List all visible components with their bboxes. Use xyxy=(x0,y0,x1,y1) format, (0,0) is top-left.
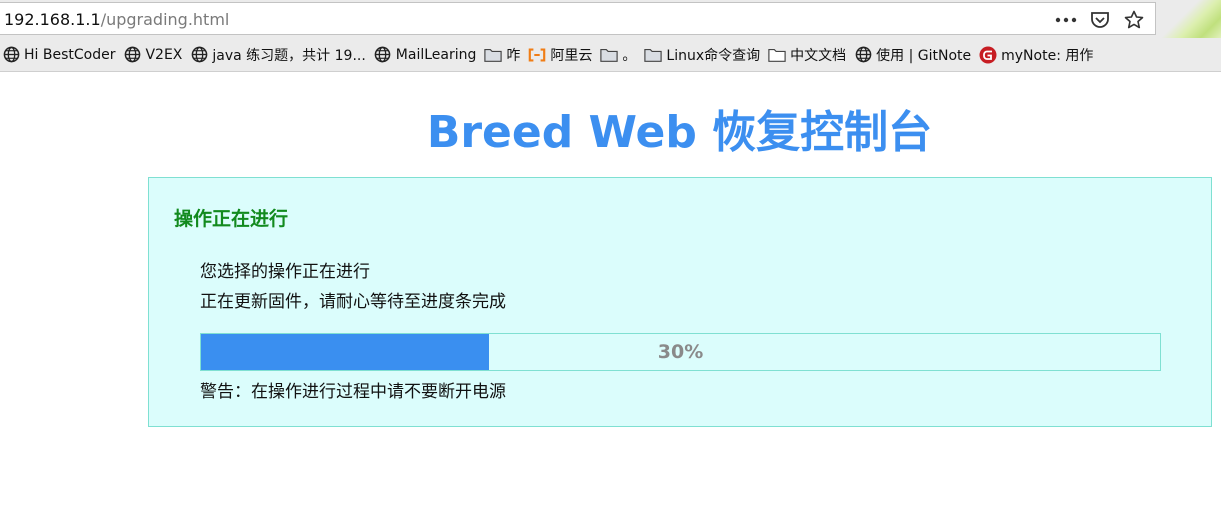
bookmark-label: myNote: 用作 xyxy=(1001,47,1094,64)
more-icon[interactable] xyxy=(1055,9,1077,31)
gitee-icon xyxy=(979,46,997,64)
bookmark-label: 使用 | GitNote xyxy=(876,47,972,64)
url-actions xyxy=(1055,9,1145,31)
bookmark-item[interactable]: 阿里云 xyxy=(526,40,598,70)
folder-icon xyxy=(644,46,663,64)
instruction-message: 正在更新固件，请耐心等待至进度条完成 xyxy=(200,292,506,312)
page-title: Breed Web 恢复控制台 xyxy=(426,107,933,158)
bookmark-item[interactable]: 。 xyxy=(598,40,642,70)
bookmark-item[interactable]: V2EX xyxy=(121,40,188,70)
bookmarks-toolbar: Hi BestCoder V2EX java 练习题，共计 19... MailLea… xyxy=(0,38,1221,72)
status-message: 您选择的操作正在进行 xyxy=(200,262,370,282)
bookmark-label: Linux命令查询 xyxy=(666,47,761,64)
bookmark-item[interactable]: Hi BestCoder xyxy=(0,40,121,70)
pocket-icon[interactable] xyxy=(1089,9,1111,31)
bookmark-item[interactable]: 咋 xyxy=(482,40,526,70)
folder-icon xyxy=(600,46,619,64)
bookmark-item[interactable]: myNote: 用作 xyxy=(977,40,1099,70)
bookmark-label: MailLearing xyxy=(395,46,477,63)
globe-icon xyxy=(123,46,141,64)
aliyun-icon xyxy=(528,46,546,64)
address-field[interactable]: 192.168.1.1/upgrading.html xyxy=(0,2,1156,35)
bookmark-item[interactable]: MailLearing xyxy=(372,40,483,70)
progress-bar: 30% xyxy=(200,333,1161,371)
bookmark-item[interactable]: 中文文档 xyxy=(766,40,852,70)
bookmark-label: 中文文档 xyxy=(790,47,847,64)
globe-icon xyxy=(374,46,392,64)
bookmark-label: java 练习题，共计 19... xyxy=(212,47,366,64)
bookmark-label: 咋 xyxy=(506,47,521,64)
globe-icon xyxy=(2,46,20,64)
url-path: /upgrading.html xyxy=(100,10,230,29)
bookmark-label: Hi BestCoder xyxy=(24,46,116,63)
globe-icon xyxy=(190,46,208,64)
url-host: 192.168.1.1 xyxy=(4,10,101,29)
address-text[interactable]: 192.168.1.1/upgrading.html xyxy=(4,10,229,29)
folder-icon xyxy=(484,46,503,64)
globe-icon xyxy=(854,46,872,64)
bookmark-label: 。 xyxy=(622,47,637,64)
progress-label: 30% xyxy=(657,341,704,363)
progress-panel: 操作正在进行 您选择的操作正在进行 正在更新固件，请耐心等待至进度条完成 30%… xyxy=(148,177,1212,427)
panel-title: 操作正在进行 xyxy=(174,208,289,230)
browser-url-bar: 192.168.1.1/upgrading.html xyxy=(0,0,1221,70)
bookmark-item[interactable]: Linux命令查询 xyxy=(642,40,766,70)
bookmark-item[interactable]: 使用 | GitNote xyxy=(852,40,977,70)
bookmark-item[interactable]: java 练习题，共计 19... xyxy=(188,40,371,70)
bookmark-label: 阿里云 xyxy=(550,47,593,64)
star-icon[interactable] xyxy=(1123,9,1145,31)
warning-message: 警告：在操作进行过程中请不要断开电源 xyxy=(200,382,506,402)
bookmark-label: V2EX xyxy=(145,46,183,63)
folder-outline-icon xyxy=(768,46,786,64)
